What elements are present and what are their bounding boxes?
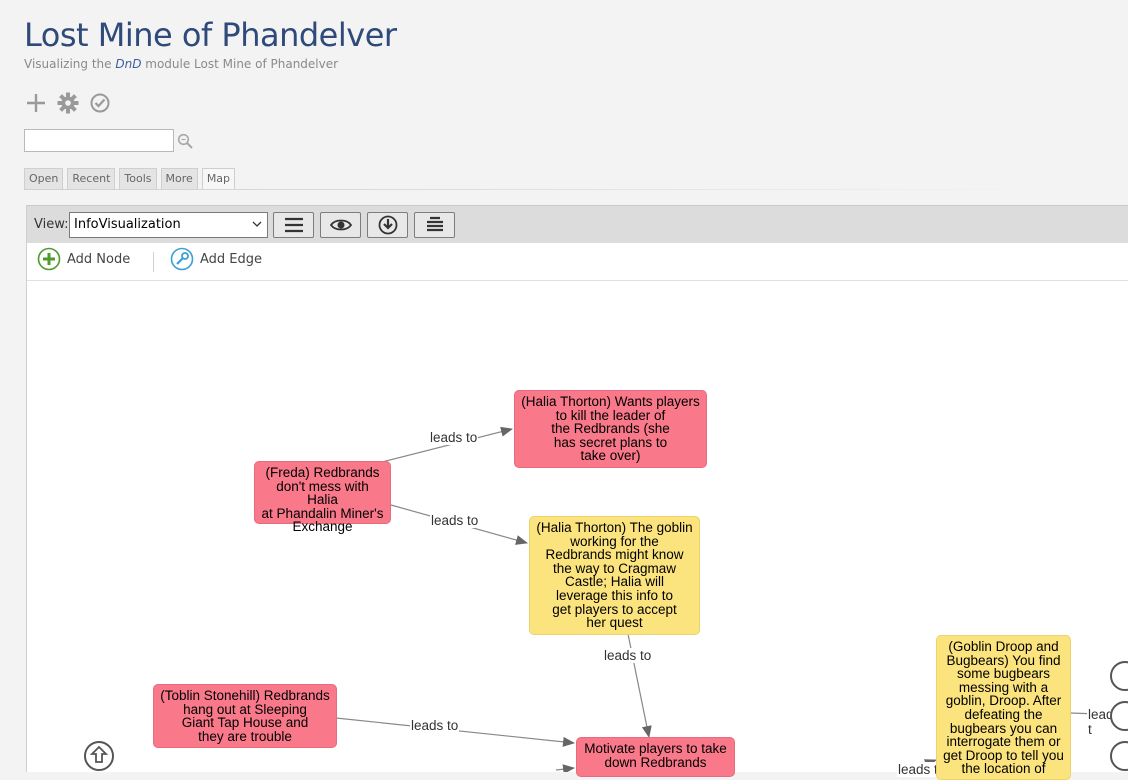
tab-bar: Open Recent Tools More Map: [24, 168, 236, 190]
tab-tools[interactable]: Tools: [119, 168, 157, 190]
view-toolbar: View: InfoVisualization: [27, 205, 1128, 243]
subtitle-dnd: DnD: [115, 57, 142, 71]
subtitle-prefix: Visualizing the: [24, 57, 116, 71]
download-button[interactable]: [367, 212, 408, 238]
layers-icon: [426, 216, 443, 232]
subtitle-suffix: module Lost Mine of Phandelver: [141, 57, 339, 71]
tab-divider: [24, 189, 1064, 190]
magnifier-icon[interactable]: [177, 133, 193, 153]
check-circle-icon[interactable]: [88, 92, 112, 114]
action-toolbar: Add Node Add Edge: [27, 243, 1128, 281]
view-selected-value: InfoVisualization: [74, 217, 181, 232]
eye-button[interactable]: [320, 212, 361, 238]
map-panel: View: InfoVisualization Add Node Add Edg: [26, 205, 1128, 772]
search-input[interactable]: [24, 129, 174, 152]
add-edge-button[interactable]: Add Edge: [170, 247, 262, 271]
layers-button[interactable]: [414, 212, 455, 238]
add-circle-icon: [37, 247, 61, 271]
eye-icon: [329, 219, 352, 231]
add-node-button[interactable]: Add Node: [37, 247, 130, 271]
view-label: View:: [34, 217, 69, 232]
add-edge-label: Add Edge: [200, 251, 263, 267]
download-icon: [378, 215, 397, 235]
tab-open[interactable]: Open: [24, 168, 64, 190]
page-subtitle: Visualizing the DnD module Lost Mine of …: [24, 57, 338, 71]
menu-button[interactable]: [273, 212, 314, 238]
page-title: Lost Mine of Phandelver: [24, 16, 397, 54]
view-select[interactable]: InfoVisualization: [69, 212, 268, 238]
link-circle-icon: [170, 247, 194, 271]
action-separator: [153, 252, 154, 272]
gear-icon[interactable]: [56, 92, 80, 114]
tab-more[interactable]: More: [160, 168, 198, 190]
top-toolbar: [24, 92, 112, 114]
chevron-down-icon: [252, 217, 262, 234]
tab-recent[interactable]: Recent: [67, 168, 116, 190]
tab-map[interactable]: Map: [201, 168, 236, 190]
add-node-label: Add Node: [67, 251, 131, 267]
menu-icon: [284, 217, 303, 233]
plus-icon[interactable]: [24, 92, 48, 114]
